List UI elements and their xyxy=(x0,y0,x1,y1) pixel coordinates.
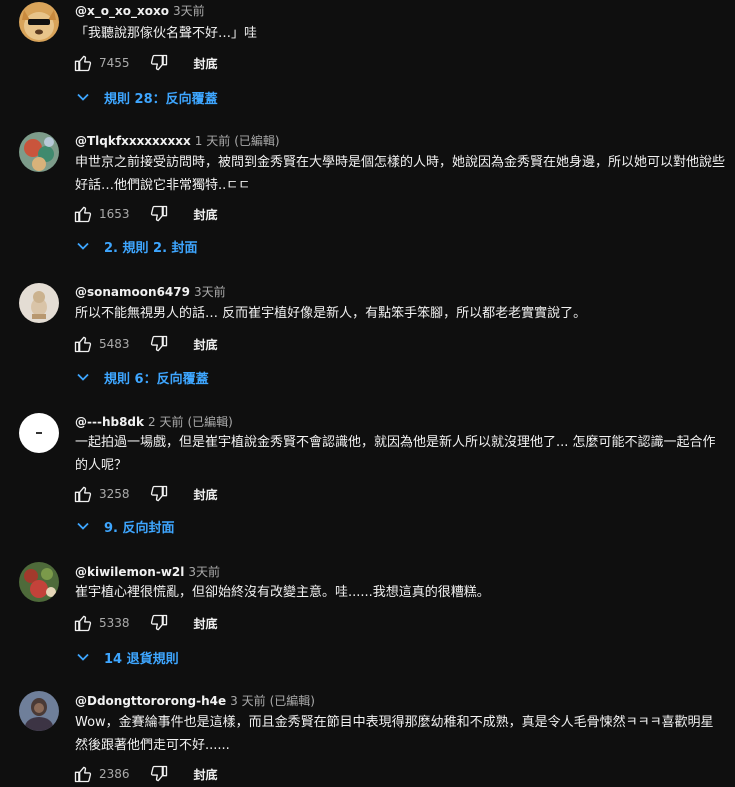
comment-time[interactable]: 1 天前 xyxy=(195,134,230,148)
chevron-down-icon xyxy=(76,519,90,533)
comment-actions: 3258 封底 xyxy=(72,483,218,505)
comment-actions: 7455 封底 xyxy=(72,52,218,74)
reply-button[interactable]: 封底 xyxy=(194,615,218,632)
comment-text: 崔宇植心裡很慌亂，但卻始終沒有改變主意。哇......我想這真的很糟糕。 xyxy=(75,585,490,600)
avatar[interactable] xyxy=(19,413,59,453)
comment-actions: 1653 封底 xyxy=(72,203,218,225)
like-count: 5338 xyxy=(99,616,130,630)
comment-actions: 2386 封底 xyxy=(72,763,218,785)
thumbs-up-icon xyxy=(74,55,92,72)
dislike-button[interactable] xyxy=(148,333,170,355)
comment-header: @Ddongttororong-h4e 3 天前 (已編輯) xyxy=(75,691,315,709)
comment-author[interactable]: @kiwilemon-w2l xyxy=(75,565,184,579)
thumbs-down-icon xyxy=(150,205,167,222)
comment-header: @kiwilemon-w2l 3天前 xyxy=(75,562,220,580)
like-button[interactable] xyxy=(72,483,94,505)
like-button[interactable] xyxy=(72,52,94,74)
comment-time[interactable]: 2 天前 xyxy=(148,415,183,429)
thumbs-down-icon xyxy=(150,765,167,782)
like-count: 5483 xyxy=(99,337,130,351)
comment-author[interactable]: @x_o_xo_xoxo xyxy=(75,4,169,18)
view-replies-label: 規則 6：反向覆蓋 xyxy=(104,371,209,387)
dislike-button[interactable] xyxy=(148,52,170,74)
thumbs-up-icon xyxy=(74,486,92,503)
view-replies-label: 9. 反向封面 xyxy=(104,520,175,536)
thumbs-up-icon xyxy=(74,615,92,632)
reply-button[interactable]: 封底 xyxy=(194,486,218,503)
comment-author[interactable]: @Tlqkfxxxxxxxxx xyxy=(75,134,191,148)
avatar[interactable] xyxy=(19,2,59,42)
chevron-down-icon xyxy=(76,239,90,253)
comment-text: 申世京之前接受訪問時，被問到金秀賢在大學時是個怎樣的人時，她說因為金秀賢在她身邊… xyxy=(75,155,726,193)
thumbs-down-icon xyxy=(150,335,167,352)
dislike-button[interactable] xyxy=(148,612,170,634)
view-replies-button[interactable]: 規則 6：反向覆蓋 xyxy=(76,366,209,388)
thumbs-down-icon xyxy=(150,54,167,71)
thumbs-up-icon xyxy=(74,206,92,223)
avatar[interactable] xyxy=(19,283,59,323)
like-count: 3258 xyxy=(99,487,130,501)
comment-text: Wow，金賽綸事件也是這樣，而且金秀賢在節目中表現得那麼幼稚和不成熟，真是令人毛… xyxy=(75,715,714,753)
reply-button[interactable]: 封底 xyxy=(194,766,218,783)
like-count: 1653 xyxy=(99,207,130,221)
chevron-down-icon xyxy=(76,650,90,664)
like-button[interactable] xyxy=(72,612,94,634)
like-button[interactable] xyxy=(72,333,94,355)
comment-header: @Tlqkfxxxxxxxxx 1 天前 (已編輯) xyxy=(75,131,280,149)
chevron-down-icon xyxy=(76,90,90,104)
thumbs-up-icon xyxy=(74,336,92,353)
dislike-button[interactable] xyxy=(148,763,170,785)
dislike-button[interactable] xyxy=(148,483,170,505)
thumbs-down-icon xyxy=(150,614,167,631)
view-replies-button[interactable]: 9. 反向封面 xyxy=(76,515,175,537)
reply-button[interactable]: 封底 xyxy=(194,336,218,353)
edited-label: (已編輯) xyxy=(269,694,315,708)
thumbs-down-icon xyxy=(150,485,167,502)
dislike-button[interactable] xyxy=(148,203,170,225)
comment-time[interactable]: 3天前 xyxy=(194,285,226,299)
comment-header: @x_o_xo_xoxo 3天前 xyxy=(75,1,205,19)
view-replies-label: 14 退貨規則 xyxy=(104,651,179,667)
edited-label: (已編輯) xyxy=(187,415,233,429)
comment-text: 所以不能無視男人的話… 反而崔宇植好像是新人，有點笨手笨腳，所以都老老實實說了。 xyxy=(75,306,587,321)
avatar[interactable] xyxy=(19,132,59,172)
comment-actions: 5338 封底 xyxy=(72,612,218,634)
view-replies-label: 2. 規則 2. 封面 xyxy=(104,240,198,256)
view-replies-button[interactable]: 14 退貨規則 xyxy=(76,646,179,668)
like-count: 7455 xyxy=(99,56,130,70)
reply-button[interactable]: 封底 xyxy=(194,206,218,223)
comment-actions: 5483 封底 xyxy=(72,333,218,355)
like-count: 2386 xyxy=(99,767,130,781)
like-button[interactable] xyxy=(72,203,94,225)
view-replies-button[interactable]: 規則 28：反向覆蓋 xyxy=(76,86,218,108)
comment-header: @---hb8dk 2 天前 (已編輯) xyxy=(75,412,233,430)
comment-time[interactable]: 3 天前 xyxy=(230,694,265,708)
view-replies-label: 規則 28：反向覆蓋 xyxy=(104,91,218,107)
comment-text: 一起拍過一場戲，但是崔宇植說金秀賢不會認識他，就因為他是新人所以就沒理他了...… xyxy=(75,435,716,473)
comment-author[interactable]: @sonamoon6479 xyxy=(75,285,190,299)
comment-author[interactable]: @Ddongttororong-h4e xyxy=(75,694,226,708)
comment-time[interactable]: 3天前 xyxy=(173,4,205,18)
avatar[interactable] xyxy=(19,562,59,602)
comment-text: 「我聽說那傢伙名聲不好…」哇 xyxy=(75,26,258,41)
comment-author[interactable]: @---hb8dk xyxy=(75,415,144,429)
comment-header: @sonamoon6479 3天前 xyxy=(75,282,226,300)
comment-time[interactable]: 3天前 xyxy=(188,565,220,579)
like-button[interactable] xyxy=(72,763,94,785)
view-replies-button[interactable]: 2. 規則 2. 封面 xyxy=(76,235,198,257)
reply-button[interactable]: 封底 xyxy=(194,55,218,72)
chevron-down-icon xyxy=(76,370,90,384)
avatar[interactable] xyxy=(19,691,59,731)
thumbs-up-icon xyxy=(74,766,92,783)
edited-label: (已編輯) xyxy=(234,134,280,148)
